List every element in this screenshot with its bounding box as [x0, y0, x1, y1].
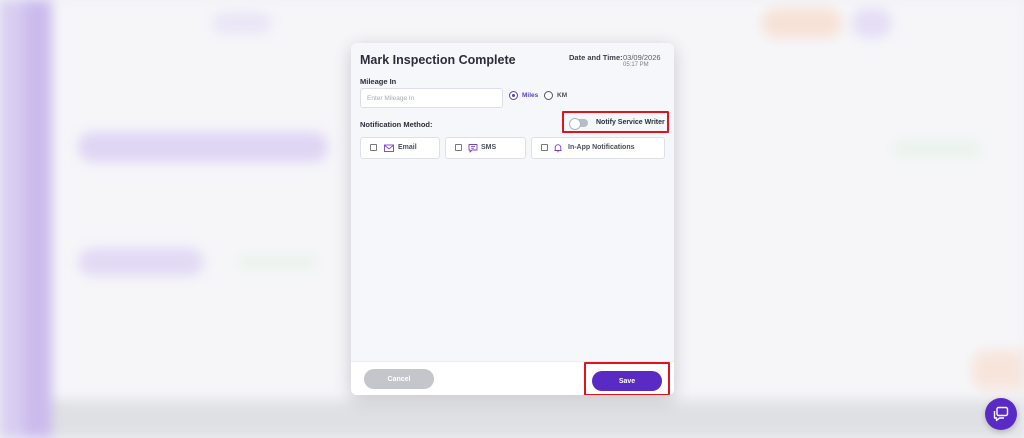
method-in-app[interactable]: In-App Notifications [531, 137, 665, 159]
time-value: 05:17 PM [623, 62, 649, 68]
mileage-label: Mileage In [360, 77, 397, 86]
mark-inspection-modal: Mark Inspection Complete Date and Time: … [351, 43, 674, 395]
notify-service-writer-label: Notify Service Writer [596, 119, 665, 126]
chat-icon [993, 406, 1009, 422]
cancel-button[interactable]: Cancel [364, 369, 434, 389]
bell-icon [554, 144, 562, 153]
email-label: Email [398, 144, 417, 151]
date-value: 03/09/2026 [623, 53, 661, 62]
km-radio[interactable] [544, 91, 553, 100]
notification-method-label: Notification Method: [360, 120, 433, 129]
method-email[interactable]: Email [360, 137, 440, 159]
miles-label[interactable]: Miles [522, 92, 538, 99]
km-label[interactable]: KM [557, 92, 567, 99]
modal-footer: Cancel Save [351, 361, 674, 395]
chat-button[interactable] [985, 398, 1017, 430]
save-highlight: Save [584, 362, 670, 395]
in-app-checkbox[interactable] [541, 144, 548, 151]
save-button[interactable]: Save [592, 371, 662, 391]
email-icon [384, 144, 394, 152]
in-app-label: In-App Notifications [568, 144, 635, 151]
sms-label: SMS [481, 144, 497, 151]
modal-title: Mark Inspection Complete [360, 53, 516, 67]
sms-icon [468, 144, 478, 153]
date-time-label: Date and Time: [569, 53, 623, 62]
method-sms[interactable]: SMS [445, 137, 526, 159]
email-checkbox[interactable] [370, 144, 377, 151]
notify-service-writer-toggle[interactable] [569, 118, 588, 130]
notify-service-writer-highlight: Notify Service Writer [562, 111, 669, 133]
miles-radio[interactable] [509, 91, 518, 100]
sms-checkbox[interactable] [455, 144, 462, 151]
mileage-input[interactable] [360, 88, 503, 108]
